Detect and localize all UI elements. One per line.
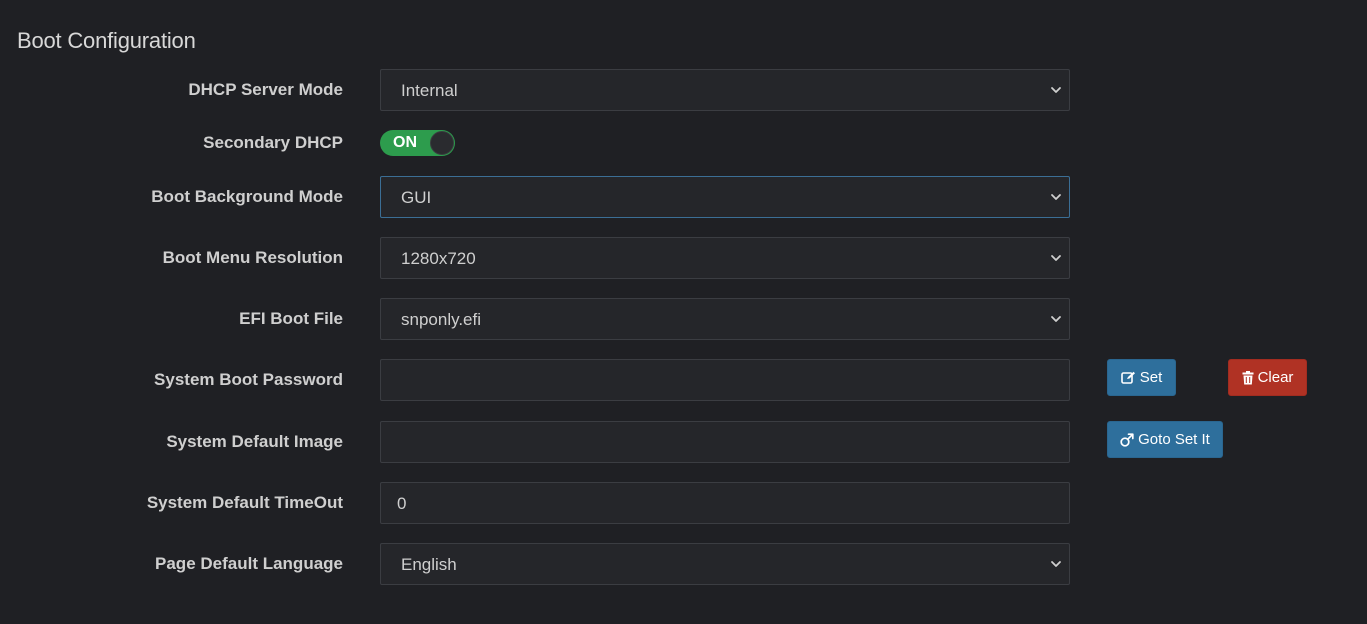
secondary-dhcp-toggle[interactable]: ON: [380, 130, 455, 156]
dhcp-server-mode-value: Internal: [401, 81, 458, 100]
boot-background-mode-value: GUI: [401, 188, 432, 207]
boot-background-mode-select[interactable]: GUI: [380, 176, 1070, 218]
dhcp-server-mode-select[interactable]: Internal: [380, 69, 1070, 111]
secondary-dhcp-label: Secondary DHCP: [203, 133, 343, 152]
page-default-language-label: Page Default Language: [155, 554, 343, 573]
boot-background-mode-label: Boot Background Mode: [151, 187, 343, 206]
system-default-image-label: System Default Image: [166, 432, 343, 451]
page-default-language-select[interactable]: English: [380, 543, 1070, 585]
chevron-down-icon: [1051, 561, 1061, 567]
chevron-down-icon: [1051, 316, 1061, 322]
system-default-timeout-value: 0: [397, 494, 407, 513]
system-boot-password-label: System Boot Password: [154, 370, 343, 389]
system-default-image-input[interactable]: [380, 421, 1070, 463]
clear-password-button[interactable]: Clear: [1228, 359, 1307, 396]
edit-icon: [1120, 371, 1135, 384]
chevron-down-icon: [1051, 194, 1061, 200]
trash-icon: [1242, 370, 1254, 384]
toggle-knob: [430, 131, 454, 155]
set-password-button[interactable]: Set: [1107, 359, 1176, 396]
efi-boot-file-select[interactable]: snponly.efi: [380, 298, 1070, 340]
goto-set-it-button[interactable]: Goto Set It: [1107, 421, 1223, 458]
set-button-label: Set: [1139, 369, 1163, 386]
efi-boot-file-value: snponly.efi: [401, 310, 482, 329]
system-boot-password-input[interactable]: [380, 359, 1070, 401]
system-default-timeout-input[interactable]: 0: [380, 482, 1070, 524]
chevron-down-icon: [1051, 255, 1061, 261]
boot-configuration-page: Boot Configuration DHCP Server Mode Inte…: [0, 0, 1367, 624]
system-default-timeout-label: System Default TimeOut: [146, 493, 343, 512]
boot-menu-resolution-select[interactable]: 1280x720: [380, 237, 1070, 279]
boot-menu-resolution-label: Boot Menu Resolution: [162, 248, 343, 267]
section-title: Boot Configuration: [17, 28, 196, 53]
boot-menu-resolution-value: 1280x720: [401, 249, 476, 268]
page-default-language-value: English: [401, 555, 457, 574]
toggle-state-label: ON: [393, 134, 417, 151]
male-icon: [1120, 432, 1134, 447]
dhcp-server-mode-label: DHCP Server Mode: [188, 80, 343, 99]
efi-boot-file-label: EFI Boot File: [239, 309, 343, 328]
clear-button-label: Clear: [1257, 369, 1294, 386]
chevron-down-icon: [1051, 87, 1061, 93]
goto-button-label: Goto Set It: [1138, 431, 1210, 448]
